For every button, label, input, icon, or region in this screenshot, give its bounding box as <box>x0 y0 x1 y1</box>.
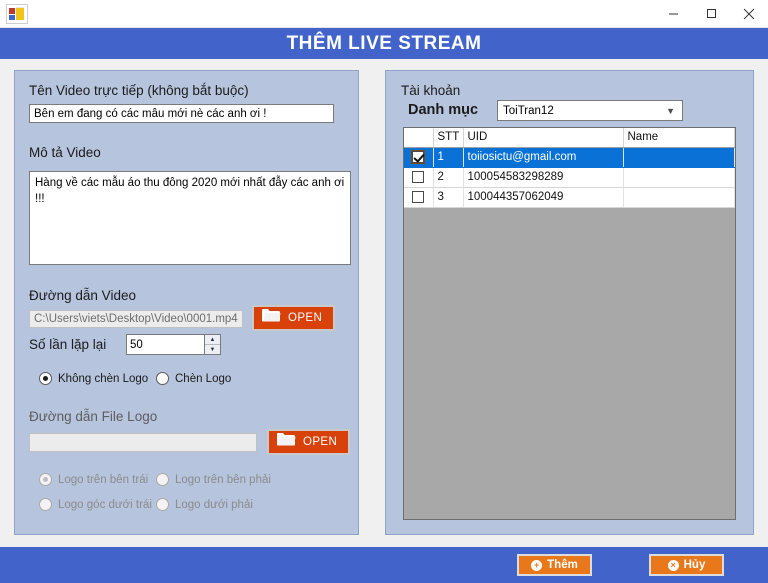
table-row[interactable]: 2 100054583298289 <box>404 167 735 188</box>
row-uid: 100044357062049 <box>463 187 624 208</box>
add-button-label: Thêm <box>547 559 578 571</box>
category-label: Danh mục <box>408 102 479 118</box>
visual-studio-app-icon <box>6 3 28 24</box>
radio-no-logo[interactable]: Không chèn Logo <box>33 372 148 385</box>
radio-logo-top-right-label: Logo trên bên phải <box>175 473 271 486</box>
radio-logo-bottom-right-dot[interactable] <box>156 498 169 511</box>
folder-icon <box>277 432 296 452</box>
repeat-count-label: Số lần lặp lại <box>29 337 107 352</box>
open-logo-label: OPEN <box>303 436 338 448</box>
accounts-table: STT UID Name 1 toiiosictu@gmail.com 2 10… <box>404 128 735 208</box>
video-path-label: Đường dẫn Video <box>29 288 136 303</box>
open-video-button[interactable]: OPEN <box>252 305 335 331</box>
row-stt: 1 <box>433 147 464 168</box>
table-row[interactable]: 1 toiiosictu@gmail.com <box>404 147 735 168</box>
stepper-buttons[interactable]: ▲ ▼ <box>204 334 221 355</box>
column-header-name[interactable]: Name <box>623 128 735 148</box>
repeat-count-stepper[interactable]: ▲ ▼ <box>126 334 221 355</box>
video-description-textarea[interactable] <box>29 171 351 265</box>
video-settings-panel: Tên Video trực tiếp (không bắt buộc) Mô … <box>14 70 359 535</box>
cancel-button-label: Hủy <box>683 559 706 571</box>
header-banner: THÊM LIVE STREAM <box>0 28 768 59</box>
radio-logo-top-left-dot[interactable] <box>39 473 52 486</box>
window-controls <box>654 0 768 28</box>
minimize-icon[interactable] <box>654 0 692 28</box>
footer-bar: + Thêm × Hủy <box>0 547 768 583</box>
account-label: Tài khoản <box>401 83 461 98</box>
checkbox-icon[interactable] <box>412 170 425 183</box>
row-select-cell[interactable] <box>404 167 434 188</box>
row-uid: toiiosictu@gmail.com <box>463 147 624 168</box>
radio-logo-bottom-left-label: Logo góc dưới trái <box>58 498 152 511</box>
chevron-up-icon[interactable]: ▲ <box>205 335 220 345</box>
repeat-count-input[interactable] <box>126 334 204 355</box>
radio-logo-bottom-right[interactable]: Logo dưới phải <box>150 498 253 511</box>
radio-no-logo-dot[interactable] <box>39 372 52 385</box>
page-title: THÊM LIVE STREAM <box>286 32 482 54</box>
logo-path-label: Đường dẫn File Logo <box>29 409 158 424</box>
category-select[interactable]: ToiTran12 ▼ <box>497 100 683 121</box>
plus-circle-icon: + <box>531 559 543 571</box>
close-icon[interactable] <box>730 0 768 28</box>
folder-icon <box>262 308 281 328</box>
row-name <box>623 187 735 208</box>
radio-insert-logo[interactable]: Chèn Logo <box>150 372 231 385</box>
row-name <box>623 167 735 188</box>
video-description-label: Mô tả Video <box>29 145 101 160</box>
title-bar <box>0 0 768 28</box>
add-button[interactable]: + Thêm <box>517 554 592 576</box>
row-select-cell[interactable] <box>404 187 434 208</box>
checkbox-icon[interactable] <box>412 190 425 203</box>
video-name-label: Tên Video trực tiếp (không bắt buộc) <box>29 83 249 98</box>
chevron-down-icon[interactable]: ▼ <box>205 345 220 354</box>
column-header-uid[interactable]: UID <box>463 128 624 148</box>
checkbox-icon[interactable] <box>411 149 426 164</box>
column-header-select[interactable] <box>404 128 434 148</box>
chevron-down-icon[interactable]: ▼ <box>666 106 675 116</box>
row-stt: 2 <box>433 167 464 188</box>
row-stt: 3 <box>433 187 464 208</box>
radio-logo-top-right[interactable]: Logo trên bên phải <box>150 473 271 486</box>
column-header-stt[interactable]: STT <box>433 128 464 148</box>
video-name-input[interactable] <box>29 104 334 123</box>
table-header-row: STT UID Name <box>404 128 735 148</box>
cancel-button[interactable]: × Hủy <box>649 554 724 576</box>
category-selected-value: ToiTran12 <box>503 104 554 117</box>
logo-path-input[interactable] <box>29 433 257 452</box>
radio-logo-bottom-left[interactable]: Logo góc dưới trái <box>33 498 152 511</box>
row-uid: 100054583298289 <box>463 167 624 188</box>
radio-logo-top-right-dot[interactable] <box>156 473 169 486</box>
radio-insert-logo-label: Chèn Logo <box>175 372 232 385</box>
close-circle-icon: × <box>667 559 679 571</box>
account-panel: Tài khoản Danh mục ToiTran12 ▼ STT UID N… <box>385 70 754 535</box>
table-row[interactable]: 3 100044357062049 <box>404 187 735 208</box>
open-video-label: OPEN <box>288 312 323 324</box>
row-name <box>623 147 735 168</box>
radio-logo-bottom-right-label: Logo dưới phải <box>175 498 253 511</box>
video-path-input[interactable] <box>29 310 243 328</box>
app-window: THÊM LIVE STREAM Tên Video trực tiếp (kh… <box>0 0 768 583</box>
radio-logo-top-left[interactable]: Logo trên bên trái <box>33 473 148 486</box>
radio-logo-top-left-label: Logo trên bên trái <box>58 473 149 486</box>
row-select-cell[interactable] <box>404 147 434 168</box>
open-logo-button[interactable]: OPEN <box>267 429 350 455</box>
accounts-grid[interactable]: STT UID Name 1 toiiosictu@gmail.com 2 10… <box>403 127 736 520</box>
radio-no-logo-label: Không chèn Logo <box>58 372 149 385</box>
radio-logo-bottom-left-dot[interactable] <box>39 498 52 511</box>
maximize-icon[interactable] <box>692 0 730 28</box>
radio-insert-logo-dot[interactable] <box>156 372 169 385</box>
